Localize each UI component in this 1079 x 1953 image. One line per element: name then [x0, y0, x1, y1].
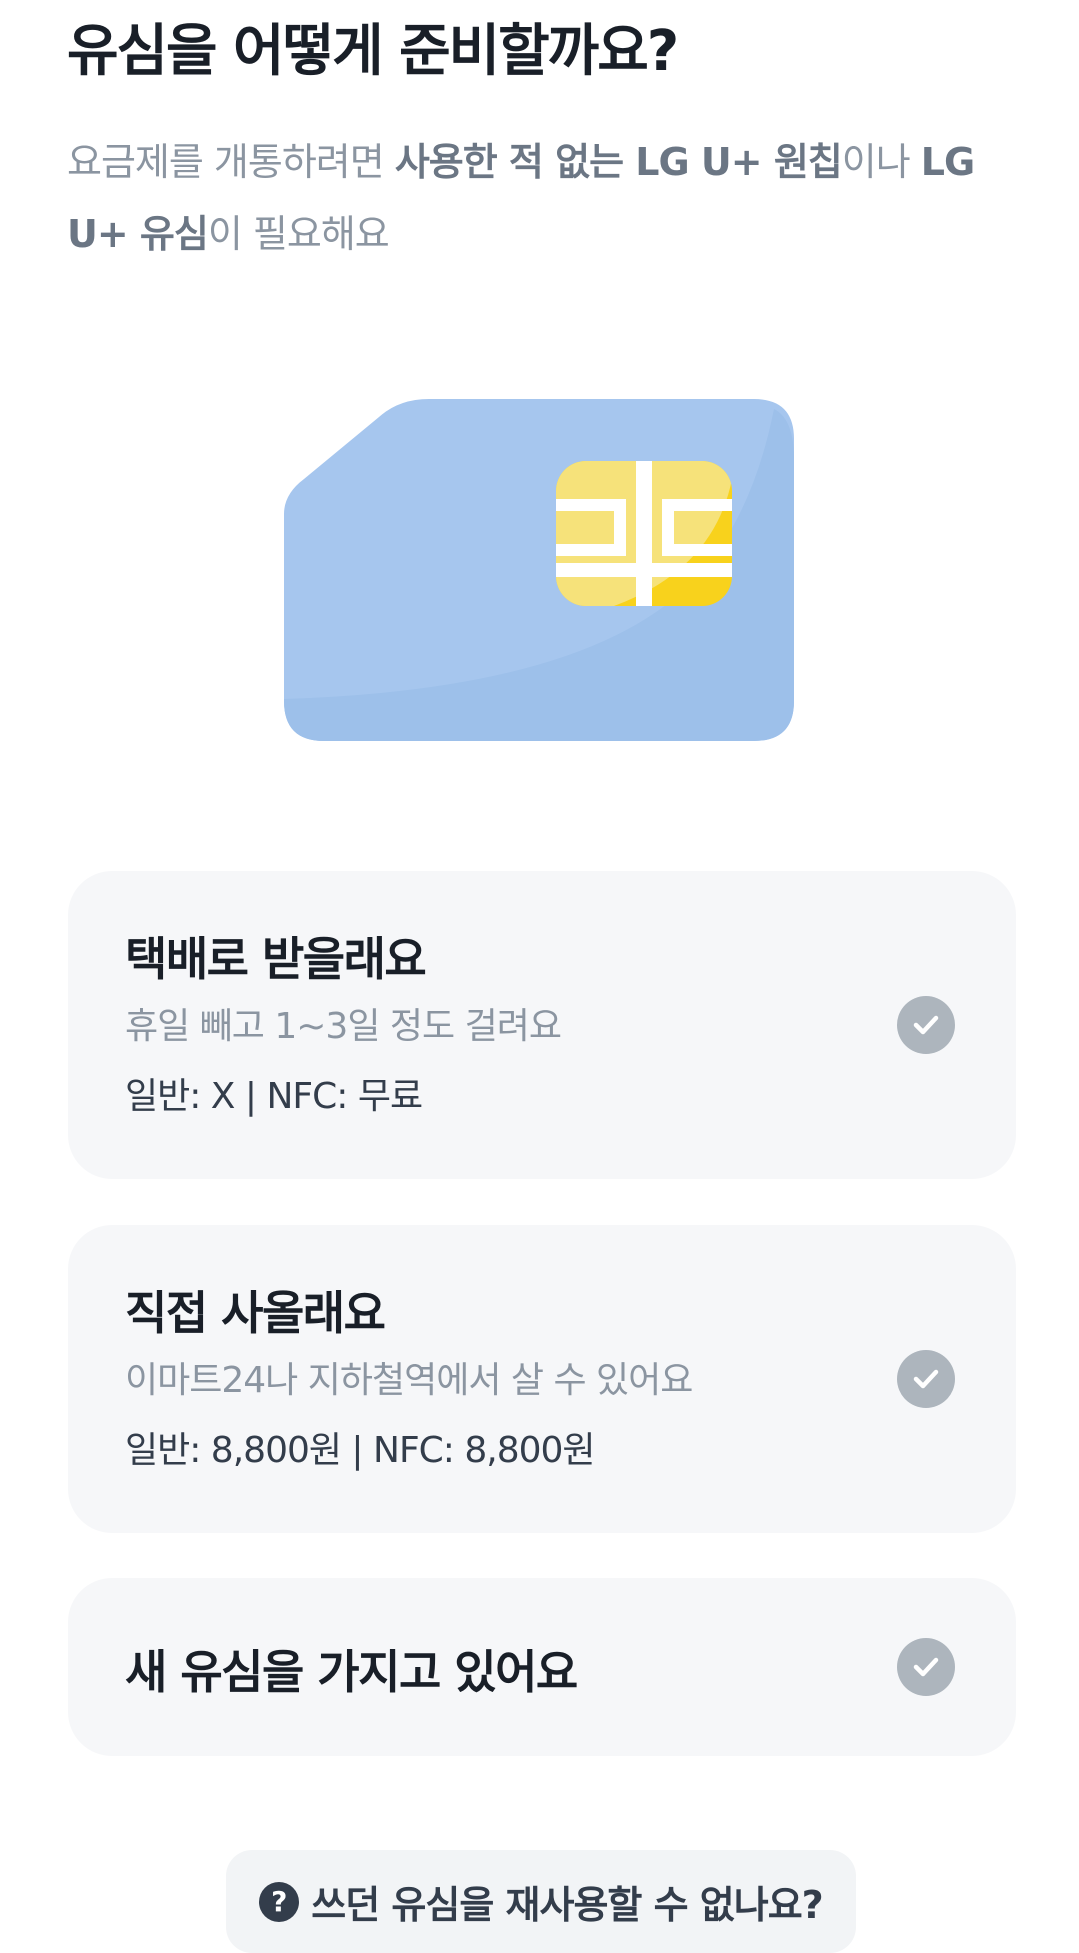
option-buy-directly[interactable]: 직접 사올래요 이마트24나 지하철역에서 살 수 있어요 일반: 8,800원… [68, 1225, 1016, 1533]
subtitle-text-2: 이나 [841, 140, 921, 184]
option-delivery[interactable]: 택배로 받을래요 휴일 빼고 1~3일 정도 걸려요 일반: X | NFC: … [68, 871, 1016, 1179]
option-title: 직접 사올래요 [125, 1286, 386, 1340]
subtitle-text-1: 요금제를 개통하려면 [67, 140, 395, 184]
option-title: 택배로 받을래요 [125, 932, 427, 986]
subtitle-text-3: 이 필요해요 [207, 212, 390, 256]
option-description: 이마트24나 지하철역에서 살 수 있어요 [125, 1360, 693, 1401]
option-price: 일반: X | NFC: 무료 [125, 1076, 423, 1117]
option-title: 새 유심을 가지고 있어요 [125, 1645, 578, 1699]
page-subtitle: 요금제를 개통하려면 사용한 적 없는 LG U+ 원칩이나 LG U+ 유심이… [67, 126, 1027, 270]
sim-chip [556, 461, 732, 606]
reuse-sim-help-button[interactable]: ? 쓰던 유심을 재사용할 수 없나요? [226, 1850, 856, 1953]
check-icon[interactable] [897, 996, 955, 1054]
question-icon: ? [259, 1881, 300, 1922]
check-icon[interactable] [897, 1638, 955, 1696]
option-have-new-sim[interactable]: 새 유심을 가지고 있어요 [68, 1578, 1016, 1756]
option-price: 일반: 8,800원 | NFC: 8,800원 [125, 1430, 596, 1471]
check-icon[interactable] [897, 1350, 955, 1408]
page-title: 유심을 어떻게 준비할까요? [67, 19, 679, 84]
subtitle-emphasis-1: 사용한 적 없는 LG U+ 원칩 [394, 140, 843, 184]
sim-card-icon [284, 399, 794, 741]
option-description: 휴일 빼고 1~3일 정도 걸려요 [125, 1006, 562, 1047]
help-label: 쓰던 유심을 재사용할 수 없나요? [311, 1883, 823, 1927]
